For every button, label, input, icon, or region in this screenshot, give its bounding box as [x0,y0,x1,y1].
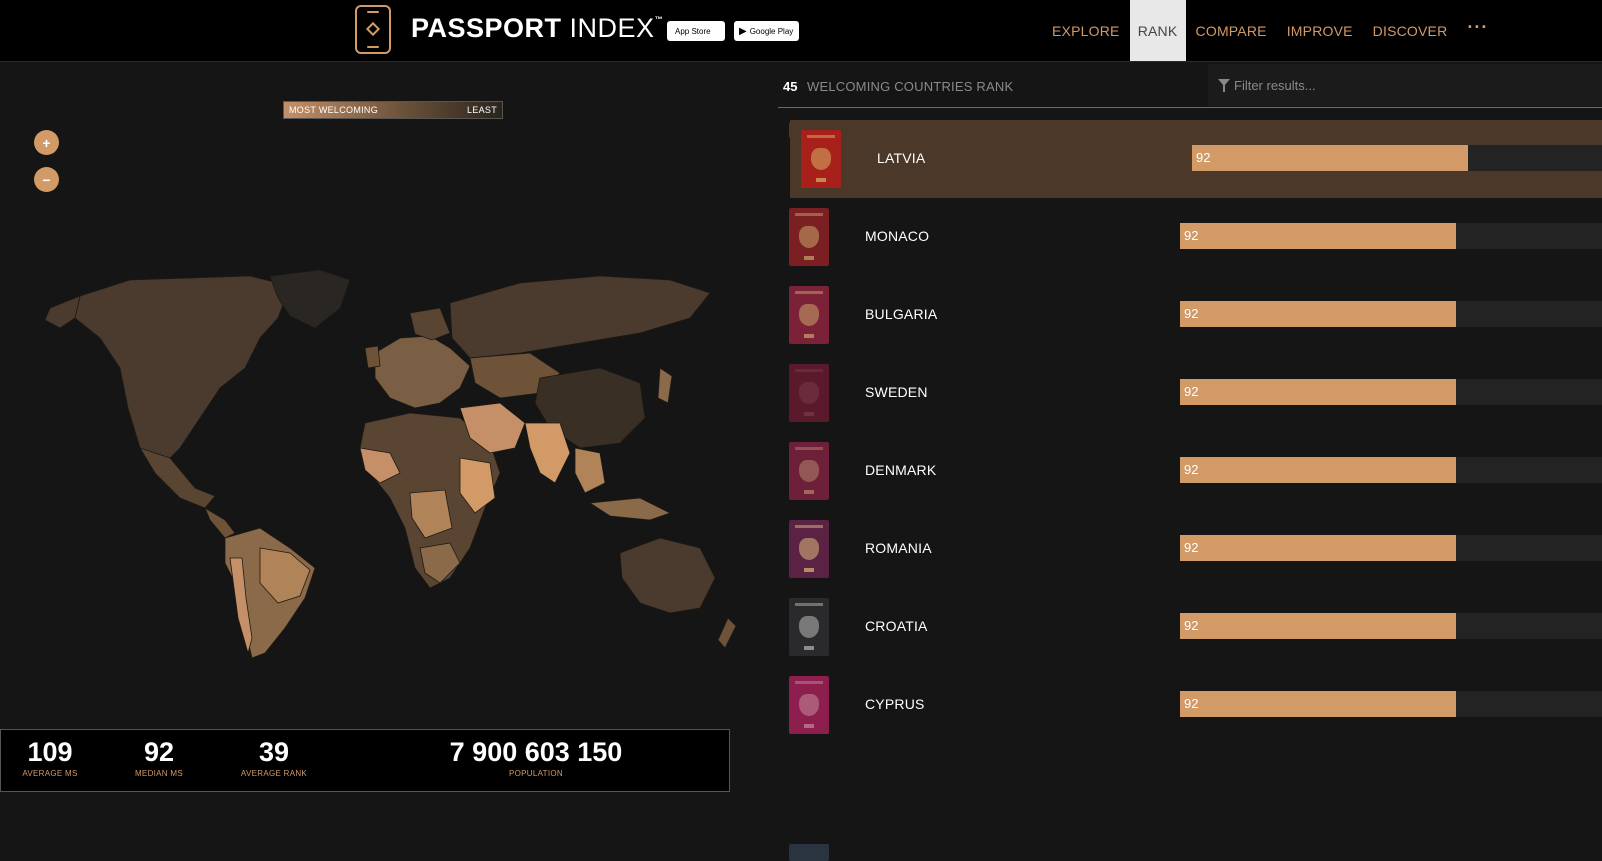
map-north-america [74,275,291,469]
stat-value: 39 [258,737,290,767]
rank-row-croatia[interactable]: CROATIA 92 [778,588,1602,666]
map-scandinavia [409,307,451,341]
stat-value: 92 [143,737,175,767]
passport-image [801,130,841,188]
rank-title: WELCOMING COUNTRIES RANK [807,79,1014,94]
map-indonesia [588,497,672,521]
rank-row-bulgaria[interactable]: BULGARIA 92 [778,276,1602,354]
country-name[interactable]: SWEDEN [865,384,928,400]
score-bar-track: 92 [1192,145,1602,171]
score-bar-track: 92 [1180,457,1602,483]
passport-image [789,598,829,656]
play-icon: ▶ [739,25,747,37]
map-southeast-asia [574,447,606,494]
stat-label: POPULATION [509,769,563,778]
app-store-badge[interactable]: App Store [667,21,725,41]
nav-improve[interactable]: IMPROVE [1277,0,1363,61]
rank-row-sweden[interactable]: SWEDEN 92 [778,354,1602,432]
country-name[interactable]: CYPRUS [865,696,925,712]
stat-value: 7 900 603 150 [449,737,623,767]
passport-image [789,676,829,734]
rank-row-cyprus[interactable]: CYPRUS 92 [778,666,1602,744]
legend-least-label: LEAST [466,105,497,115]
map-uk [364,345,381,369]
nav-rank[interactable]: RANK [1129,0,1186,61]
country-name[interactable]: MONACO [865,228,929,244]
score-bar-fill: 92 [1180,223,1456,249]
rank-header: 45 WELCOMING COUNTRIES RANK [778,62,1602,108]
map-mexico [139,447,216,509]
world-map[interactable] [20,258,760,678]
stat-average-rank: 39 AVERAGE RANK [238,736,310,778]
zoom-out-button[interactable]: − [34,167,59,192]
app-store-label: App Store [675,26,711,36]
stat-average-ms: 109 AVERAGE MS [21,736,79,778]
passport-image [789,520,829,578]
top-bar: PASSPORT INDEX™ App Store ▶ Google Play … [0,0,1602,62]
nav-discover[interactable]: DISCOVER [1363,0,1458,61]
score-bar-fill: 92 [1192,145,1468,171]
score-bar-fill: 92 [1180,613,1456,639]
score-bar-fill: 92 [1180,301,1456,327]
stats-bar: 109 AVERAGE MS 92 MEDIAN MS 39 AVERAGE R… [0,729,730,792]
map-alaska [44,295,81,329]
score-bar-fill: 92 [1180,379,1456,405]
more-menu-icon[interactable]: ··· [1457,0,1498,58]
map-japan [657,367,673,404]
passport-index-logo-icon[interactable] [355,5,391,54]
nav-explore[interactable]: EXPLORE [1042,0,1130,61]
country-name[interactable]: ROMANIA [865,540,932,556]
map-greenland [269,269,351,329]
score-bar-track: 92 [1180,613,1602,639]
passport-image [789,286,829,344]
stat-label: MEDIAN MS [134,769,184,778]
rank-panel: 45 WELCOMING COUNTRIES RANK LATVIA92MONA… [778,62,1602,861]
zoom-in-button[interactable]: + [34,130,59,155]
score-bar-track: 92 [1180,535,1602,561]
map-central-america [204,507,236,539]
map-europe [374,335,471,409]
passport-image [789,442,829,500]
filter-input[interactable] [1234,74,1584,96]
stat-label: AVERAGE MS [22,769,78,778]
brand-name[interactable]: PASSPORT INDEX™ [411,13,663,44]
map-russia [449,275,711,359]
country-name[interactable]: CROATIA [865,618,928,634]
main-nav: EXPLORE RANK COMPARE IMPROVE DISCOVER ··… [1042,0,1498,61]
map-india [524,422,571,484]
map-legend: MOST WELCOMING LEAST [283,101,503,119]
country-name[interactable]: LATVIA [877,150,925,166]
stat-label: AVERAGE RANK [240,769,308,778]
stat-value: 109 [27,737,73,767]
score-bar-fill: 92 [1180,691,1456,717]
nav-compare[interactable]: COMPARE [1186,0,1277,61]
passport-image [789,208,829,266]
rank-row-monaco[interactable]: MONACO 92 [778,198,1602,276]
score-bar-track: 92 [1180,223,1602,249]
score-bar-fill: 92 [1180,535,1456,561]
passport-partial-bottom [789,844,829,861]
rank-count: 45 [783,79,798,94]
rank-row-latvia[interactable]: LATVIA 92 [790,120,1602,198]
legend-most-label: MOST WELCOMING [289,105,379,115]
google-play-label: Google Play [749,26,794,36]
map-new-zealand [717,617,737,649]
score-bar-track: 92 [1180,691,1602,717]
rank-row-romania[interactable]: ROMANIA 92 [778,510,1602,588]
rank-row-denmark[interactable]: DENMARK 92 [778,432,1602,510]
stat-population: 7 900 603 150 POPULATION [431,736,641,778]
google-play-badge[interactable]: ▶ Google Play [734,21,799,41]
passport-image [789,364,829,422]
stat-median-ms: 92 MEDIAN MS [129,736,189,778]
country-name[interactable]: BULGARIA [865,306,937,322]
filter-box [1208,64,1602,106]
score-bar-track: 92 [1180,301,1602,327]
country-name[interactable]: DENMARK [865,462,936,478]
score-bar-track: 92 [1180,379,1602,405]
score-bar-fill: 92 [1180,457,1456,483]
filter-icon [1218,79,1230,92]
map-australia [619,537,716,614]
